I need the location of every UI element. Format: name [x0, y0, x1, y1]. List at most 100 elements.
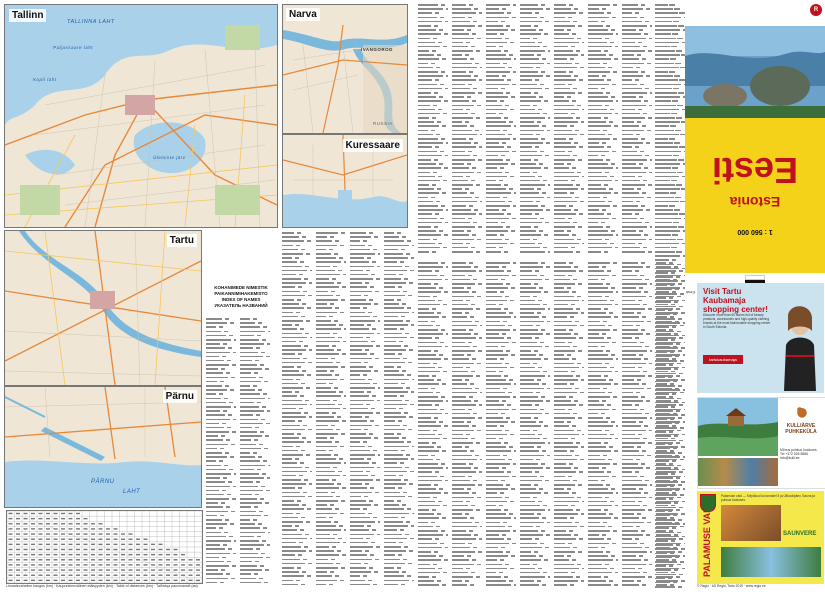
index-entry: [282, 550, 312, 552]
index-entry: [350, 558, 380, 561]
table-cell: [38, 538, 43, 540]
index-entry: [240, 414, 270, 416]
index-entry: [418, 104, 448, 107]
index-entry: [588, 404, 618, 406]
index-entry: [350, 512, 380, 515]
index-entry: [655, 519, 685, 521]
index-entry: [655, 292, 685, 295]
index-entry: [554, 158, 584, 161]
index-entry: [282, 244, 312, 247]
index-entry: [316, 470, 346, 473]
index-entry: [418, 454, 448, 457]
index-entry: [350, 357, 380, 360]
index-entry: [655, 4, 685, 6]
index-entry: [554, 354, 584, 356]
index-entry: [240, 389, 270, 391]
index-entry: [486, 555, 516, 557]
index-entry: [350, 458, 380, 460]
index-entry: [486, 66, 516, 69]
table-cell: [8, 538, 13, 540]
map-title: Narva: [286, 8, 320, 21]
index-entry: [554, 87, 584, 90]
index-entry: [486, 217, 516, 220]
index-column: [486, 262, 516, 592]
map-narva[interactable]: Narva IVANGOROD RUSSIA: [282, 4, 408, 134]
index-entry: [240, 556, 270, 559]
index-entry: [588, 54, 618, 56]
table-cell: [121, 533, 125, 535]
ad-photo: [721, 505, 781, 541]
index-entry: [316, 307, 346, 309]
table-cell: [23, 533, 28, 535]
index-entry: [554, 500, 584, 503]
index-entry: [486, 117, 516, 119]
index-entry: [206, 326, 236, 328]
index-entry: [316, 399, 346, 402]
index-entry: [486, 538, 516, 540]
index-entry: [282, 533, 312, 536]
index-entry: [316, 332, 346, 335]
index-entry: [520, 341, 550, 344]
index-entry: [486, 33, 516, 35]
index-entry: [622, 188, 652, 190]
index-entry: [486, 534, 516, 536]
index-entry: [206, 364, 236, 366]
index-entry: [350, 370, 380, 372]
table-cell: [158, 579, 163, 582]
index-entry: [588, 167, 618, 169]
index-entry: [554, 225, 584, 228]
index-entry: [452, 379, 482, 381]
index-entry: [486, 274, 516, 277]
index-entry: [384, 453, 414, 456]
index-entry: [588, 576, 618, 578]
index-entry: [282, 307, 312, 309]
index-column: [554, 262, 584, 592]
index-entry: [316, 244, 346, 247]
ad-tartu-kaubamaja[interactable]: Visit Tartu Kaubamaja shopping center! D…: [697, 283, 824, 393]
index-entry: [588, 308, 618, 310]
index-entry: [588, 205, 618, 207]
map-tallinn[interactable]: Tallinn TALLINNA LAHT Paljassaare laht K…: [4, 4, 278, 228]
index-entry: [452, 158, 482, 161]
map-tartu[interactable]: Tartu: [4, 230, 202, 386]
index-entry: [486, 230, 516, 232]
table-cell: [16, 559, 20, 561]
index-entry: [520, 270, 550, 272]
index-entry: [588, 463, 618, 465]
index-entry: [655, 531, 685, 534]
index-column: [452, 4, 482, 258]
table-cell: [181, 569, 185, 571]
index-entry: [452, 209, 482, 211]
index-entry: [282, 257, 312, 259]
index-entry: [206, 514, 236, 517]
index-entry: [486, 188, 516, 190]
index-entry: [655, 255, 685, 257]
table-cell: [38, 579, 43, 582]
index-entry: [452, 383, 482, 386]
index-entry: [622, 121, 652, 123]
index-entry: [520, 154, 550, 157]
ad-kulliarve[interactable]: KULLIÄRVE PUHKEKÜLA Mõnus puhkus looduse…: [697, 397, 825, 489]
index-entry: [554, 96, 584, 98]
index-entry: [206, 330, 236, 333]
index-entry: [520, 230, 550, 232]
index-entry: [452, 463, 482, 465]
map-parnu[interactable]: Pärnu PÄRNU LAHT: [4, 386, 202, 508]
index-entry: [316, 508, 346, 510]
index-entry: [206, 468, 236, 471]
index-entry: [622, 238, 652, 241]
ad-palamuse[interactable]: PALAMUSE VALD Palamuse vald — Kiirpilkuu…: [697, 491, 824, 584]
table-cell: [46, 569, 50, 571]
index-entry: [655, 75, 685, 77]
index-entry: [588, 316, 618, 319]
index-entry: [520, 471, 550, 473]
table-cell: [46, 553, 50, 556]
index-entry: [655, 326, 685, 329]
map-kuressaare[interactable]: Kuressaare: [282, 134, 408, 228]
index-column: [554, 4, 584, 258]
index-entry: [418, 563, 448, 566]
index-entry: [486, 221, 516, 224]
index-entry: [588, 83, 618, 86]
index-entry: [350, 294, 380, 297]
index-entry: [316, 311, 346, 314]
